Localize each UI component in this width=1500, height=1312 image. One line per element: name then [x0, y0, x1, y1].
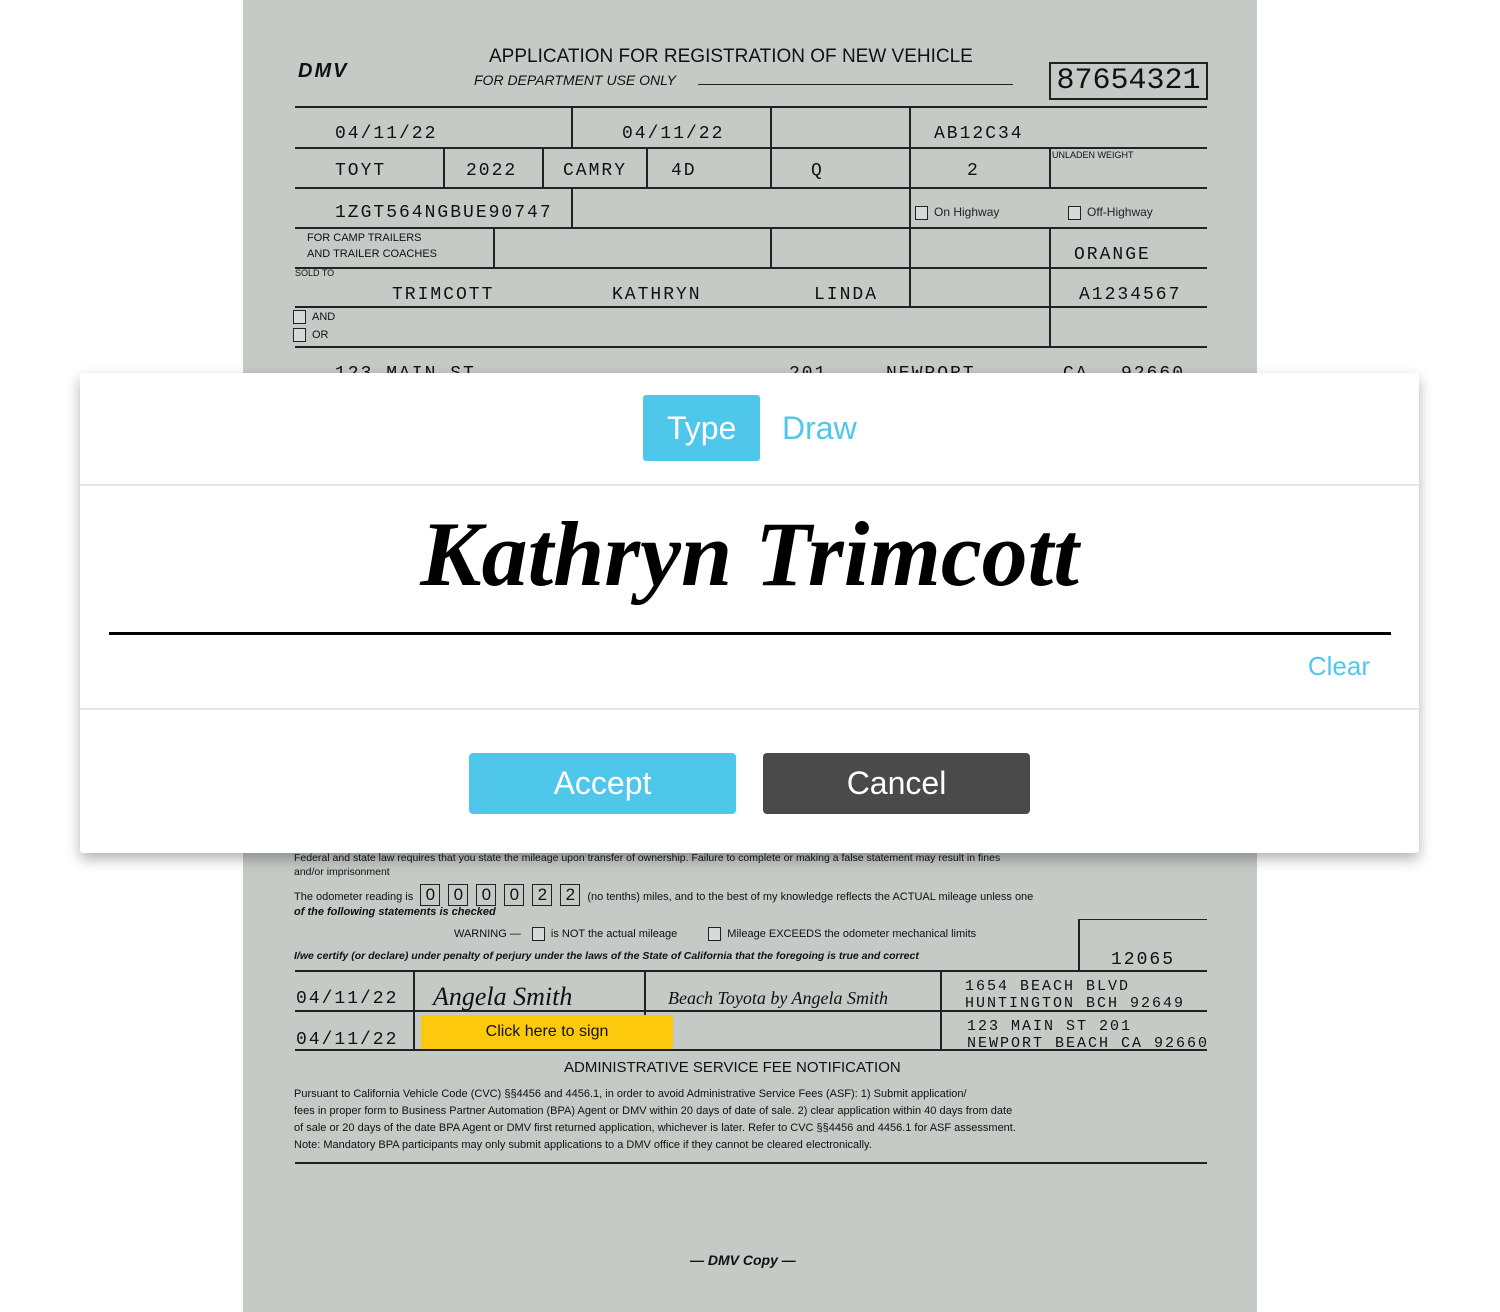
vin: 1ZGT564NGBUE90747 [335, 203, 553, 223]
odometer-statement-2: of the following statements is checked [294, 906, 496, 918]
odometer-digit: 2 [532, 884, 553, 906]
vehicle-color: ORANGE [1074, 245, 1151, 265]
label: On Highway [934, 205, 1000, 219]
or-option[interactable]: OR [293, 328, 329, 342]
dealer-number: 12065 [1111, 950, 1176, 970]
federal-notice-2: and/or imprisonment [294, 866, 390, 878]
label: is NOT the actual mileage [550, 927, 678, 940]
odometer-digit: 0 [476, 884, 497, 906]
odometer-prefix: The odometer reading is [294, 891, 414, 903]
odometer-suffix: (no tenths) miles, and to the best of my… [587, 891, 1034, 903]
make: TOYT [335, 161, 387, 181]
document-title: APPLICATION FOR REGISTRATION OF NEW VEHI… [489, 46, 973, 67]
warning-line: WARNING — is NOT the actual mileage Mile… [454, 927, 976, 941]
fuel: Q [811, 161, 824, 181]
asf-line: of sale or 20 days of the date BPA Agent… [294, 1122, 1016, 1134]
signature-modal: Type Draw Kathryn Trimcott Clear Accept … [80, 373, 1419, 853]
odometer-digit: 0 [420, 884, 441, 906]
unladen-weight-label: UNLADEN WEIGHT [1052, 150, 1134, 160]
seller-address-1: 1654 BEACH BLVD [965, 978, 1131, 995]
buyer-address-1: 123 MAIN ST 201 [967, 1018, 1133, 1035]
department-use: FOR DEPARTMENT USE ONLY [474, 72, 677, 88]
seller-address-2: HUNTINGTON BCH 92649 [965, 995, 1186, 1012]
trailer-coaches-label: AND TRAILER COACHES [307, 248, 437, 260]
axles: 2 [967, 161, 980, 181]
asf-line: Note: Mandatory BPA participants may onl… [294, 1139, 872, 1151]
checkbox[interactable] [915, 205, 928, 220]
label: Off-Highway [1087, 205, 1153, 219]
odometer-statement: The odometer reading is 000022 (no tenth… [294, 884, 1033, 906]
certify-statement: I/we certify (or declare) under penalty … [294, 950, 919, 962]
seller-date: 04/11/22 [296, 989, 399, 1009]
not-actual-checkbox[interactable] [531, 927, 545, 941]
last-name: TRIMCOTT [392, 285, 495, 305]
buyer-date: 04/11/22 [296, 1030, 399, 1050]
exceeds-checkbox[interactable] [708, 927, 722, 941]
and-option[interactable]: AND [293, 310, 335, 324]
sold-to-label: SOLD TO [295, 268, 335, 278]
plate-number: AB12C34 [934, 124, 1024, 144]
cancel-button[interactable]: Cancel [763, 753, 1030, 814]
off-highway-option[interactable]: Off-Highway [1068, 205, 1153, 220]
federal-notice: Federal and state law requires that you … [294, 852, 1001, 864]
dmv-logo: DMV [298, 60, 349, 82]
first-name: KATHRYN [612, 285, 702, 305]
body-type: 4D [671, 161, 697, 181]
asf-title: ADMINISTRATIVE SERVICE FEE NOTIFICATION [564, 1059, 901, 1076]
signature-line [109, 632, 1391, 635]
middle-name: LINDA [814, 285, 879, 305]
checkbox[interactable] [293, 310, 306, 324]
date-sold: 04/11/22 [335, 124, 438, 144]
click-here-to-sign-button[interactable]: Click here to sign [421, 1015, 673, 1049]
dmv-copy-footer: — DMV Copy — [690, 1252, 796, 1268]
on-highway-option[interactable]: On Highway [915, 205, 999, 220]
typed-signature: Kathryn Trimcott [420, 503, 1079, 605]
seller-signature: Angela Smith [433, 982, 573, 1011]
label: Mileage EXCEEDS the odometer mechanical … [727, 927, 977, 940]
odometer-digit: 2 [560, 884, 581, 906]
document-number: 87654321 [1049, 62, 1208, 100]
accept-button[interactable]: Accept [469, 753, 736, 814]
date-first-operated: 04/11/22 [622, 124, 725, 144]
tab-type[interactable]: Type [643, 395, 761, 461]
label: OR [312, 328, 329, 341]
odometer-digit: 0 [448, 884, 469, 906]
checkbox[interactable] [1068, 205, 1081, 220]
seller-printed-name: Beach Toyota by Angela Smith [668, 988, 888, 1008]
odometer-digit: 0 [504, 884, 525, 906]
clear-button[interactable]: Clear [1308, 651, 1370, 682]
buyer-address-2: NEWPORT BEACH CA 92660 [967, 1035, 1210, 1052]
label: AND [312, 310, 336, 323]
asf-line: Pursuant to California Vehicle Code (CVC… [294, 1088, 967, 1100]
year: 2022 [466, 161, 518, 181]
tab-draw[interactable]: Draw [758, 395, 881, 461]
model: CAMRY [563, 161, 628, 181]
warning-label: WARNING — [454, 927, 521, 940]
drivers-license: A1234567 [1079, 285, 1182, 305]
asf-line: fees in proper form to Business Partner … [294, 1105, 1013, 1117]
checkbox[interactable] [293, 328, 306, 342]
camp-trailers-label: FOR CAMP TRAILERS [307, 232, 422, 244]
